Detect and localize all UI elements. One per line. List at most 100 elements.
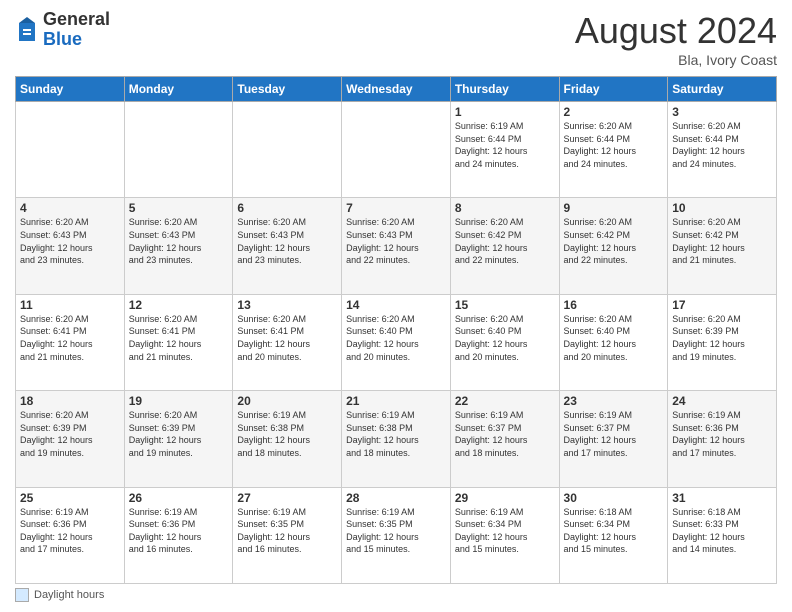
day-info: Sunrise: 6:20 AM Sunset: 6:44 PM Dayligh… [672,120,772,170]
day-number: 6 [237,201,337,215]
day-number: 24 [672,394,772,408]
day-number: 19 [129,394,229,408]
day-info: Sunrise: 6:20 AM Sunset: 6:40 PM Dayligh… [455,313,555,363]
day-number: 12 [129,298,229,312]
day-of-week-header: Tuesday [233,77,342,102]
calendar-cell [16,102,125,198]
day-of-week-header: Saturday [668,77,777,102]
calendar-cell: 16Sunrise: 6:20 AM Sunset: 6:40 PM Dayli… [559,294,668,390]
calendar: SundayMondayTuesdayWednesdayThursdayFrid… [15,76,777,584]
day-info: Sunrise: 6:19 AM Sunset: 6:36 PM Dayligh… [129,506,229,556]
calendar-cell [233,102,342,198]
day-number: 8 [455,201,555,215]
calendar-cell: 27Sunrise: 6:19 AM Sunset: 6:35 PM Dayli… [233,487,342,583]
day-info: Sunrise: 6:20 AM Sunset: 6:43 PM Dayligh… [346,216,446,266]
day-number: 27 [237,491,337,505]
calendar-week-row: 18Sunrise: 6:20 AM Sunset: 6:39 PM Dayli… [16,391,777,487]
logo: General Blue [15,10,110,50]
calendar-cell: 9Sunrise: 6:20 AM Sunset: 6:42 PM Daylig… [559,198,668,294]
day-number: 10 [672,201,772,215]
day-of-week-header: Monday [124,77,233,102]
day-info: Sunrise: 6:19 AM Sunset: 6:37 PM Dayligh… [564,409,664,459]
day-info: Sunrise: 6:20 AM Sunset: 6:43 PM Dayligh… [129,216,229,266]
day-info: Sunrise: 6:19 AM Sunset: 6:36 PM Dayligh… [20,506,120,556]
logo-general-text: General [43,10,110,30]
day-number: 16 [564,298,664,312]
day-number: 3 [672,105,772,119]
day-info: Sunrise: 6:19 AM Sunset: 6:38 PM Dayligh… [237,409,337,459]
calendar-cell: 31Sunrise: 6:18 AM Sunset: 6:33 PM Dayli… [668,487,777,583]
calendar-cell: 26Sunrise: 6:19 AM Sunset: 6:36 PM Dayli… [124,487,233,583]
day-of-week-header: Sunday [16,77,125,102]
day-number: 5 [129,201,229,215]
day-info: Sunrise: 6:19 AM Sunset: 6:37 PM Dayligh… [455,409,555,459]
day-number: 25 [20,491,120,505]
day-info: Sunrise: 6:19 AM Sunset: 6:38 PM Dayligh… [346,409,446,459]
day-info: Sunrise: 6:19 AM Sunset: 6:35 PM Dayligh… [237,506,337,556]
day-info: Sunrise: 6:19 AM Sunset: 6:35 PM Dayligh… [346,506,446,556]
day-info: Sunrise: 6:20 AM Sunset: 6:39 PM Dayligh… [129,409,229,459]
day-number: 9 [564,201,664,215]
day-number: 11 [20,298,120,312]
day-info: Sunrise: 6:20 AM Sunset: 6:41 PM Dayligh… [20,313,120,363]
day-number: 14 [346,298,446,312]
calendar-week-row: 25Sunrise: 6:19 AM Sunset: 6:36 PM Dayli… [16,487,777,583]
day-info: Sunrise: 6:20 AM Sunset: 6:44 PM Dayligh… [564,120,664,170]
calendar-cell: 24Sunrise: 6:19 AM Sunset: 6:36 PM Dayli… [668,391,777,487]
header: General Blue August 2024 Bla, Ivory Coas… [15,10,777,68]
day-info: Sunrise: 6:18 AM Sunset: 6:33 PM Dayligh… [672,506,772,556]
calendar-cell: 5Sunrise: 6:20 AM Sunset: 6:43 PM Daylig… [124,198,233,294]
calendar-cell: 29Sunrise: 6:19 AM Sunset: 6:34 PM Dayli… [450,487,559,583]
day-info: Sunrise: 6:19 AM Sunset: 6:36 PM Dayligh… [672,409,772,459]
day-number: 30 [564,491,664,505]
calendar-cell: 14Sunrise: 6:20 AM Sunset: 6:40 PM Dayli… [342,294,451,390]
day-info: Sunrise: 6:20 AM Sunset: 6:42 PM Dayligh… [672,216,772,266]
day-number: 26 [129,491,229,505]
day-number: 1 [455,105,555,119]
calendar-cell: 25Sunrise: 6:19 AM Sunset: 6:36 PM Dayli… [16,487,125,583]
day-number: 20 [237,394,337,408]
day-number: 15 [455,298,555,312]
day-info: Sunrise: 6:20 AM Sunset: 6:43 PM Dayligh… [237,216,337,266]
day-number: 4 [20,201,120,215]
day-info: Sunrise: 6:20 AM Sunset: 6:40 PM Dayligh… [564,313,664,363]
calendar-cell: 30Sunrise: 6:18 AM Sunset: 6:34 PM Dayli… [559,487,668,583]
calendar-week-row: 11Sunrise: 6:20 AM Sunset: 6:41 PM Dayli… [16,294,777,390]
day-info: Sunrise: 6:19 AM Sunset: 6:34 PM Dayligh… [455,506,555,556]
footer: Daylight hours [15,588,777,602]
calendar-cell: 2Sunrise: 6:20 AM Sunset: 6:44 PM Daylig… [559,102,668,198]
calendar-cell: 7Sunrise: 6:20 AM Sunset: 6:43 PM Daylig… [342,198,451,294]
day-info: Sunrise: 6:20 AM Sunset: 6:39 PM Dayligh… [672,313,772,363]
day-number: 21 [346,394,446,408]
calendar-cell: 21Sunrise: 6:19 AM Sunset: 6:38 PM Dayli… [342,391,451,487]
title-area: August 2024 Bla, Ivory Coast [575,10,777,68]
day-info: Sunrise: 6:20 AM Sunset: 6:42 PM Dayligh… [455,216,555,266]
day-number: 2 [564,105,664,119]
day-number: 29 [455,491,555,505]
day-number: 23 [564,394,664,408]
calendar-cell: 22Sunrise: 6:19 AM Sunset: 6:37 PM Dayli… [450,391,559,487]
calendar-cell: 23Sunrise: 6:19 AM Sunset: 6:37 PM Dayli… [559,391,668,487]
calendar-cell: 15Sunrise: 6:20 AM Sunset: 6:40 PM Dayli… [450,294,559,390]
day-info: Sunrise: 6:20 AM Sunset: 6:43 PM Dayligh… [20,216,120,266]
calendar-cell: 11Sunrise: 6:20 AM Sunset: 6:41 PM Dayli… [16,294,125,390]
day-info: Sunrise: 6:19 AM Sunset: 6:44 PM Dayligh… [455,120,555,170]
day-of-week-header: Wednesday [342,77,451,102]
location: Bla, Ivory Coast [575,52,777,68]
footer-label: Daylight hours [34,589,104,601]
calendar-cell [342,102,451,198]
calendar-cell: 20Sunrise: 6:19 AM Sunset: 6:38 PM Dayli… [233,391,342,487]
logo-icon [15,15,39,45]
day-number: 13 [237,298,337,312]
day-of-week-header: Friday [559,77,668,102]
day-number: 28 [346,491,446,505]
calendar-cell: 12Sunrise: 6:20 AM Sunset: 6:41 PM Dayli… [124,294,233,390]
calendar-cell: 3Sunrise: 6:20 AM Sunset: 6:44 PM Daylig… [668,102,777,198]
month-title: August 2024 [575,10,777,52]
calendar-cell: 13Sunrise: 6:20 AM Sunset: 6:41 PM Dayli… [233,294,342,390]
calendar-cell: 1Sunrise: 6:19 AM Sunset: 6:44 PM Daylig… [450,102,559,198]
day-info: Sunrise: 6:20 AM Sunset: 6:42 PM Dayligh… [564,216,664,266]
calendar-cell: 19Sunrise: 6:20 AM Sunset: 6:39 PM Dayli… [124,391,233,487]
logo-blue-text: Blue [43,30,110,50]
day-number: 7 [346,201,446,215]
